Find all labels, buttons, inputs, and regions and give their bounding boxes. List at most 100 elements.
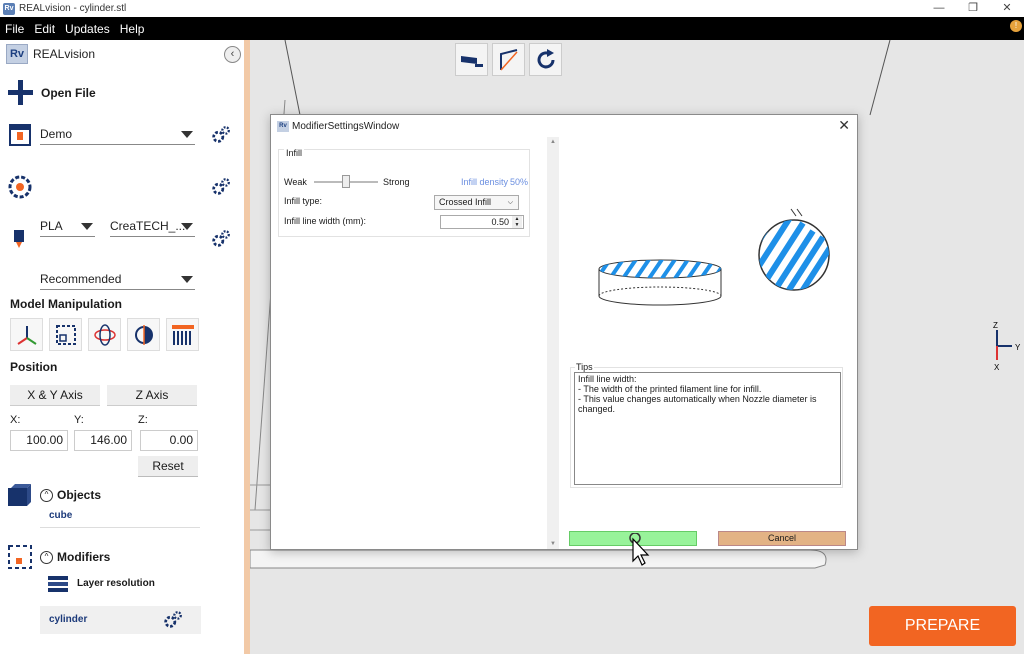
mirror-tool-button[interactable] (127, 318, 160, 351)
menu-help[interactable]: Help (115, 22, 150, 36)
dialog-close-icon[interactable]: ✕ (838, 117, 850, 134)
mouse-pointer-icon (629, 533, 650, 566)
tilt-view-button[interactable] (492, 43, 525, 76)
scroll-up-icon[interactable]: ▲ (550, 139, 556, 145)
chevron-down-icon (181, 276, 193, 283)
material-select[interactable]: PLA (40, 215, 95, 237)
cancel-button[interactable]: Cancel (718, 531, 846, 546)
cylinder-infill-side-icon (598, 259, 722, 306)
axis-x-label: X (994, 363, 1000, 372)
cube-icon (8, 484, 31, 506)
app-name: REALvision (33, 47, 96, 61)
notification-icon[interactable]: ! (1010, 20, 1022, 32)
layer-resolution-label[interactable]: Layer resolution (77, 578, 155, 589)
printer-select[interactable]: Demo (40, 123, 195, 145)
modifiers-header[interactable]: ^ Modifiers (40, 550, 110, 564)
open-file-button[interactable]: Open File (8, 80, 96, 105)
scroll-down-icon[interactable]: ▼ (550, 541, 556, 547)
window-title: REALvision - cylinder.stl (19, 3, 127, 14)
objects-title: Objects (57, 488, 102, 502)
tips-line: - The width of the printed filament line… (578, 384, 762, 394)
strong-label: Strong (383, 177, 410, 187)
z-label: Z: (138, 414, 148, 426)
infill-group: Infill Weak Strong Infill density 50% In… (278, 148, 530, 237)
lay-flat-tool-button[interactable] (166, 318, 199, 351)
dialog-scrollbar[interactable]: ▲ ▼ (547, 137, 559, 549)
tips-legend: Tips (575, 362, 594, 372)
objects-header[interactable]: ^ Objects (40, 488, 101, 502)
reset-position-button[interactable]: Reset (138, 456, 198, 477)
move-tool-button[interactable] (10, 318, 43, 351)
chevron-down-icon (81, 223, 93, 230)
infill-type-label: Infill type: (284, 196, 323, 206)
mirror-icon (134, 324, 153, 345)
prepare-button[interactable]: PREPARE (869, 606, 1016, 646)
xy-axis-button[interactable]: X & Y Axis (10, 385, 100, 406)
menu-edit[interactable]: Edit (29, 22, 60, 36)
z-position-input[interactable]: 0.00 (140, 430, 198, 451)
scale-icon (55, 324, 76, 345)
axis-indicator: Z Y X (993, 321, 1021, 372)
manipulation-toolbar (10, 318, 199, 351)
tips-line: - This value changes automatically when … (578, 394, 817, 404)
modifiers-title: Modifiers (57, 550, 111, 564)
menu-file[interactable]: File (0, 22, 29, 36)
x-label: X: (10, 414, 21, 426)
move-axes-icon (16, 325, 37, 345)
collapse-modifiers-icon[interactable]: ^ (40, 550, 53, 564)
camera-view-button[interactable] (455, 43, 488, 76)
reset-view-button[interactable] (529, 43, 562, 76)
print-profile-value: Recommended (40, 272, 122, 286)
view-toolbar (455, 43, 562, 76)
tips-box: Tips Infill line width: - The width of t… (570, 362, 843, 488)
profile-settings-gear-icon[interactable] (210, 228, 232, 250)
rotate-icon (93, 323, 116, 346)
dialog-title: ModifierSettingsWindow (292, 120, 400, 132)
position-title: Position (10, 360, 58, 374)
object-item-cube[interactable]: cube (40, 504, 200, 528)
rotate-tool-button[interactable] (88, 318, 121, 351)
x-position-input[interactable]: 100.00 (10, 430, 68, 451)
y-label: Y: (74, 414, 84, 426)
infill-line-width-spinbox[interactable]: 0.50 ▲ ▼ (440, 215, 524, 229)
printer-icon (9, 124, 31, 146)
sidebar-header: Rv REALvision (6, 44, 95, 64)
restore-button[interactable]: ❐ (956, 0, 990, 17)
infill-line-width-value: 0.50 (491, 217, 509, 227)
collapse-objects-icon[interactable]: ^ (40, 488, 53, 502)
minimize-button[interactable]: — (922, 0, 956, 17)
infill-type-value: Crossed Infill (439, 197, 492, 207)
printer-settings-gear-icon[interactable] (210, 124, 232, 146)
layer-resolution-icon (48, 576, 68, 592)
scale-tool-button[interactable] (49, 318, 82, 351)
plus-icon (8, 80, 33, 105)
axis-y-label: Y (1015, 343, 1021, 352)
close-window-button[interactable]: ✕ (990, 0, 1024, 17)
chevron-down-icon: ⌵ (507, 199, 513, 206)
menu-updates[interactable]: Updates (60, 22, 115, 36)
cylinder-infill-top-icon (758, 208, 830, 291)
material-value: PLA (40, 219, 63, 233)
y-position-input[interactable]: 146.00 (74, 430, 132, 451)
weak-label: Weak (284, 177, 307, 187)
z-axis-button[interactable]: Z Axis (107, 385, 197, 406)
modifier-icon (8, 545, 32, 569)
material-brand-select[interactable]: CreaTECH_... (110, 215, 195, 237)
realvision-logo-icon: Rv (6, 44, 28, 64)
print-profile-select[interactable]: Recommended (40, 268, 195, 290)
axis-z-label: Z (993, 321, 998, 330)
material-settings-gear-icon[interactable] (210, 176, 232, 198)
collapse-sidebar-button[interactable]: ‹ (224, 46, 241, 63)
tips-line: Infill line width: (578, 374, 637, 384)
modifier-settings-gear-icon[interactable] (162, 609, 184, 631)
slider-handle[interactable] (342, 175, 350, 188)
dialog-title-bar: Rv ModifierSettingsWindow ✕ (271, 115, 857, 137)
modifier-settings-dialog: Rv ModifierSettingsWindow ✕ Infill Weak … (270, 114, 858, 550)
tips-text: Infill line width: - The width of the pr… (574, 372, 841, 485)
app-logo-icon: Rv (3, 2, 15, 15)
spin-down-icon[interactable]: ▼ (512, 222, 522, 228)
camera-icon (460, 55, 483, 67)
printer-value: Demo (40, 127, 73, 141)
title-bar: Rv REALvision - cylinder.stl — ❐ ✕ (0, 0, 1024, 17)
infill-type-select[interactable]: Crossed Infill ⌵ (434, 195, 519, 210)
